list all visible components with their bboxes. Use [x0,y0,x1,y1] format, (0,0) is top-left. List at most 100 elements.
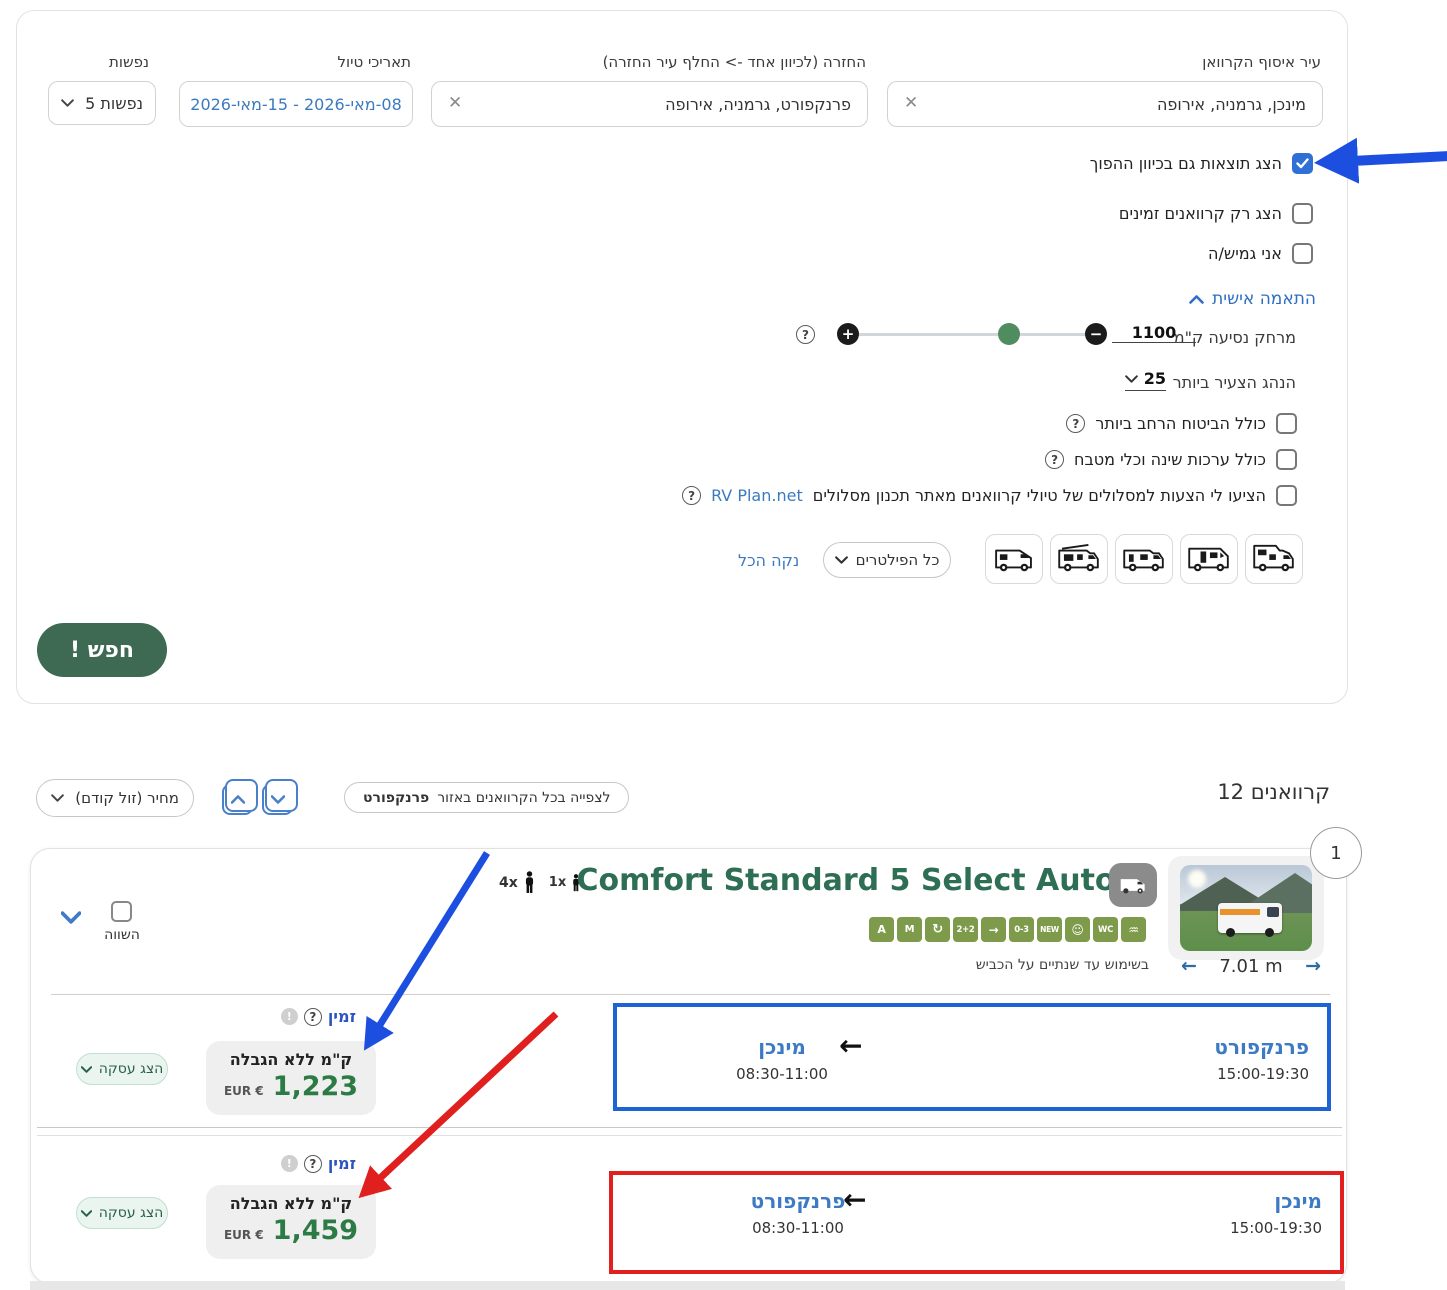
sort-select[interactable]: מחיר (זול קודם) [36,779,194,817]
distance-slider[interactable]: + − [837,323,1107,347]
option-route-offers[interactable]: הציעו לי הצעות למסלולים של טיולי קרוואני… [682,485,1297,506]
chevron-down-icon [51,794,64,802]
new-vehicle-icon: NEW [1037,917,1062,942]
driver-age-value: 25 [1144,369,1166,388]
expand-all-button[interactable] [262,784,293,815]
return-city-input[interactable]: פרנקפורט, גרמניה, אירופה ✕ [431,81,868,127]
slider-track[interactable] [853,333,1091,336]
persons-value: 5 נפשות [85,94,143,113]
integrated-rv-icon [1186,543,1232,575]
trip-dates-input[interactable]: 08-מאי-2026 - 15-מאי-2026 [179,81,413,127]
arrow-left-icon[interactable]: ← [1181,955,1197,977]
search-panel: עיר איסוף הקרוואן החזרה (לכיוון אחד -> ה… [16,10,1348,704]
compare-checkbox[interactable] [111,901,132,922]
m-class-icon: M [897,917,922,942]
offer-2-from-time: 15:00-19:30 [1230,1219,1322,1237]
vehicle-type-integrated-button[interactable] [1180,534,1238,584]
arrow-right-icon[interactable]: → [1305,955,1321,977]
option-flexible[interactable]: אני גמיש/ה [1208,243,1313,264]
option-insurance[interactable]: כולל הביטוח הרחב ביותר ? [1066,413,1297,434]
vehicle-title[interactable]: Comfort Standard 5 Select Auto [526,863,1166,898]
option-kits[interactable]: כולל ערכות שינה וכלי מטבח ? [1045,449,1297,470]
driver-age-select[interactable]: 25 [1125,369,1166,391]
offer-2-from-city: מינכן [1274,1189,1322,1213]
status-help-icon[interactable]: ? [304,1155,322,1173]
offer-1-status: זמין ? ! [246,1007,356,1026]
checkbox-icon[interactable] [1292,243,1313,264]
vehicle-length: ← 7.01 m → [1181,955,1321,977]
chevron-up-icon [231,795,245,804]
expand-card-chevron-icon[interactable] [61,911,81,924]
chevron-up-icon [1189,295,1204,304]
clear-all-link[interactable]: נקה הכל [738,551,799,570]
van-windshield [1267,907,1279,917]
vehicle-type-semi-integrated-button[interactable] [1115,534,1173,584]
seats-2plus2-icon: 2+2 [953,917,978,942]
option-route-offers-label: הציעו לי הצעות למסלולים של טיולי קרוואני… [813,486,1266,505]
insurance-help-icon[interactable]: ? [1066,414,1085,433]
photo-image [1180,865,1312,951]
pickup-city-value: מינכן, גרמניה, אירופה [1157,95,1306,114]
all-filters-button[interactable]: כל הפילטרים [823,542,951,578]
offer-1-price: 1,223 [273,1071,358,1102]
van-icon [991,543,1037,575]
distance-value[interactable]: 1100 [1112,323,1196,343]
vehicle-class-icon [1109,863,1157,907]
kits-help-icon[interactable]: ? [1045,450,1064,469]
van-wheel [1226,928,1235,937]
distance-help-icon[interactable]: ? [796,325,815,344]
checkbox-icon[interactable] [1276,485,1297,506]
minus-icon[interactable]: − [1085,323,1107,345]
route-offers-help-icon[interactable]: ? [682,486,701,505]
usage-note: בשימוש עד שנתיים על הכביש [976,957,1149,973]
sort-value: מחיר (זול קודם) [75,789,179,807]
blue-arrow-to-checkbox [1352,156,1447,161]
option-kits-label: כולל ערכות שינה וכלי מטבח [1074,450,1266,469]
trip-dates-value: 08-מאי-2026 - 15-מאי-2026 [190,95,401,114]
offer-1-deal-button[interactable]: הצג עסקה [76,1053,168,1085]
all-filters-label: כל הפילטרים [856,551,940,569]
offer-2-km: ק"מ ללא הגבלה [220,1194,362,1213]
option-insurance-label: כולל הביטוח הרחב ביותר [1095,414,1266,433]
offer-1-route-highlighted[interactable]: פרנקפורט 15:00-19:30 ← מינכן 08:30-11:00 [613,1003,1331,1111]
alcove-rv-icon [1251,543,1297,575]
checkbox-checked-icon[interactable] [1292,153,1313,174]
chevron-down-icon [81,1210,92,1217]
trip-dates-label: תאריכי טיול [338,53,411,71]
collapse-all-button[interactable] [222,784,253,815]
slider-thumb[interactable] [998,323,1020,345]
option-available-only[interactable]: הצג רק קרוואנים זמינים [1119,203,1313,224]
pickup-city-input[interactable]: מינכן, גרמניה, אירופה ✕ [887,81,1323,127]
divider [51,994,1330,995]
view-all-area-button[interactable]: לצפייה בכל הקרוואנים באזור פרנקפורט [344,782,629,813]
personalization-toggle[interactable]: התאמה אישית [1189,289,1316,309]
offer-2-status: זמין ? ! [246,1154,356,1173]
pickup-clear-icon[interactable]: ✕ [904,95,918,112]
checkbox-icon[interactable] [1276,413,1297,434]
rv-plan-link[interactable]: RV Plan.net [711,486,803,505]
chevron-down-icon [271,795,285,804]
vehicle-photo[interactable] [1168,856,1324,960]
return-clear-icon[interactable]: ✕ [448,95,462,112]
offer-2-deal-button[interactable]: הצג עסקה [76,1197,168,1229]
offer-2-to-time: 08:30-11:00 [733,1219,863,1237]
option-reverse-results[interactable]: הצג תוצאות גם בכיוון ההפוך [1090,153,1313,174]
vehicle-type-pop-top-button[interactable] [1050,534,1108,584]
search-button[interactable]: חפש ! [37,623,167,677]
offer-1-price-box: ק"מ ללא הגבלה 1,223 EUR € [206,1041,376,1115]
plus-icon[interactable]: + [837,323,859,345]
status-info-icon[interactable]: ! [281,1155,298,1172]
checkbox-icon[interactable] [1292,203,1313,224]
status-info-icon[interactable]: ! [281,1008,298,1025]
offer-2-route-highlighted[interactable]: מינכן 15:00-19:30 ← פרנקפורט 08:30-11:00 [609,1171,1344,1274]
view-all-label: לצפייה בכל הקרוואנים באזור [437,790,610,806]
offer-2-price: 1,459 [273,1215,358,1246]
adults-count: 4x [499,875,518,891]
status-help-icon[interactable]: ? [304,1008,322,1026]
length-value: 7.01 m [1219,956,1282,977]
persons-select[interactable]: 5 נפשות [48,81,156,125]
vehicle-type-van-button[interactable] [985,534,1043,584]
vehicle-type-alcove-button[interactable] [1245,534,1303,584]
option-flexible-label: אני גמיש/ה [1208,244,1282,263]
checkbox-icon[interactable] [1276,449,1297,470]
